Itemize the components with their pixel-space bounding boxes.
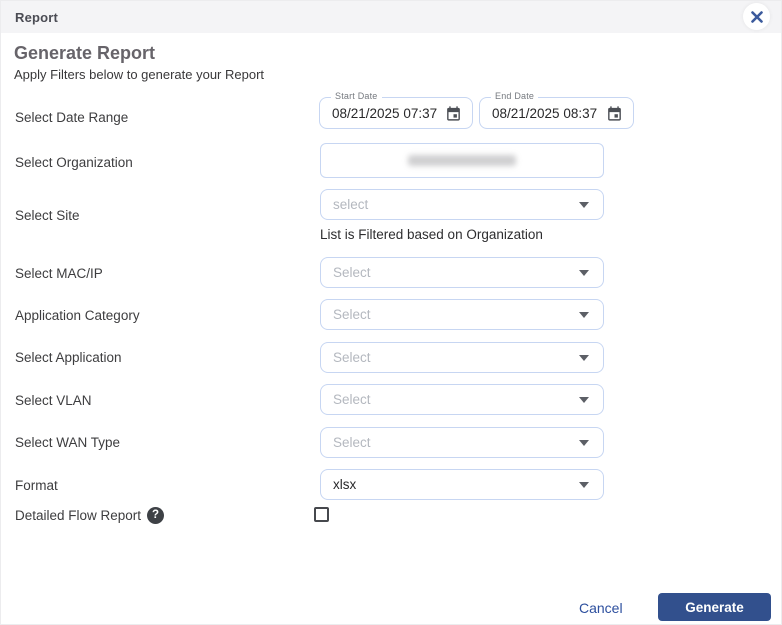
- detailed-flow-report-checkbox[interactable]: [314, 507, 329, 522]
- chevron-down-icon: [579, 312, 589, 318]
- site-select-placeholder: select: [333, 197, 579, 212]
- vlan-select-placeholder: Select: [333, 392, 579, 407]
- format-select[interactable]: xlsx: [320, 469, 604, 500]
- chevron-down-icon: [579, 397, 589, 403]
- app-category-select[interactable]: Select: [320, 299, 604, 330]
- end-date-value: 08/21/2025 08:37: [492, 106, 600, 121]
- wan-type-select[interactable]: Select: [320, 427, 604, 458]
- close-button[interactable]: [743, 3, 770, 30]
- label-application: Select Application: [15, 350, 122, 365]
- start-date-float-label: Start Date: [331, 91, 382, 101]
- organization-redacted-value: [408, 155, 516, 166]
- calendar-icon[interactable]: [606, 105, 623, 122]
- label-wan-type: Select WAN Type: [15, 435, 120, 450]
- label-detailed-flow-report: Detailed Flow Report ?: [15, 507, 164, 524]
- dialog-title: Report: [15, 10, 58, 25]
- site-select[interactable]: select: [320, 189, 604, 220]
- calendar-icon[interactable]: [445, 105, 462, 122]
- end-date-float-label: End Date: [491, 91, 538, 101]
- label-site: Select Site: [15, 208, 80, 223]
- application-select-placeholder: Select: [333, 350, 579, 365]
- dialog-header: Report: [1, 1, 781, 33]
- label-organization: Select Organization: [15, 155, 133, 170]
- mac-ip-select-placeholder: Select: [333, 265, 579, 280]
- label-app-category: Application Category: [15, 308, 140, 323]
- generate-report-dialog: Report Generate Report Apply Filters bel…: [0, 0, 782, 625]
- label-vlan: Select VLAN: [15, 393, 92, 408]
- label-mac-ip: Select MAC/IP: [15, 266, 103, 281]
- app-category-select-placeholder: Select: [333, 307, 579, 322]
- end-date-input[interactable]: End Date 08/21/2025 08:37: [479, 97, 634, 129]
- site-helper-text: List is Filtered based on Organization: [320, 227, 543, 242]
- application-select[interactable]: Select: [320, 342, 604, 373]
- label-format: Format: [15, 478, 58, 493]
- chevron-down-icon: [579, 202, 589, 208]
- wan-type-select-placeholder: Select: [333, 435, 579, 450]
- organization-input[interactable]: [320, 143, 604, 178]
- chevron-down-icon: [579, 355, 589, 361]
- chevron-down-icon: [579, 440, 589, 446]
- page-title: Generate Report: [14, 43, 155, 64]
- chevron-down-icon: [579, 270, 589, 276]
- start-date-input[interactable]: Start Date 08/21/2025 07:37: [319, 97, 473, 129]
- close-icon: [751, 11, 763, 23]
- vlan-select[interactable]: Select: [320, 384, 604, 415]
- generate-button[interactable]: Generate: [658, 593, 771, 621]
- chevron-down-icon: [579, 482, 589, 488]
- page-subtitle: Apply Filters below to generate your Rep…: [14, 67, 264, 82]
- label-date-range: Select Date Range: [15, 110, 128, 125]
- help-icon[interactable]: ?: [147, 507, 164, 524]
- cancel-button[interactable]: Cancel: [567, 598, 635, 618]
- format-select-value: xlsx: [333, 477, 579, 492]
- start-date-value: 08/21/2025 07:37: [332, 106, 439, 121]
- detailed-flow-report-text: Detailed Flow Report: [15, 508, 141, 523]
- mac-ip-select[interactable]: Select: [320, 257, 604, 288]
